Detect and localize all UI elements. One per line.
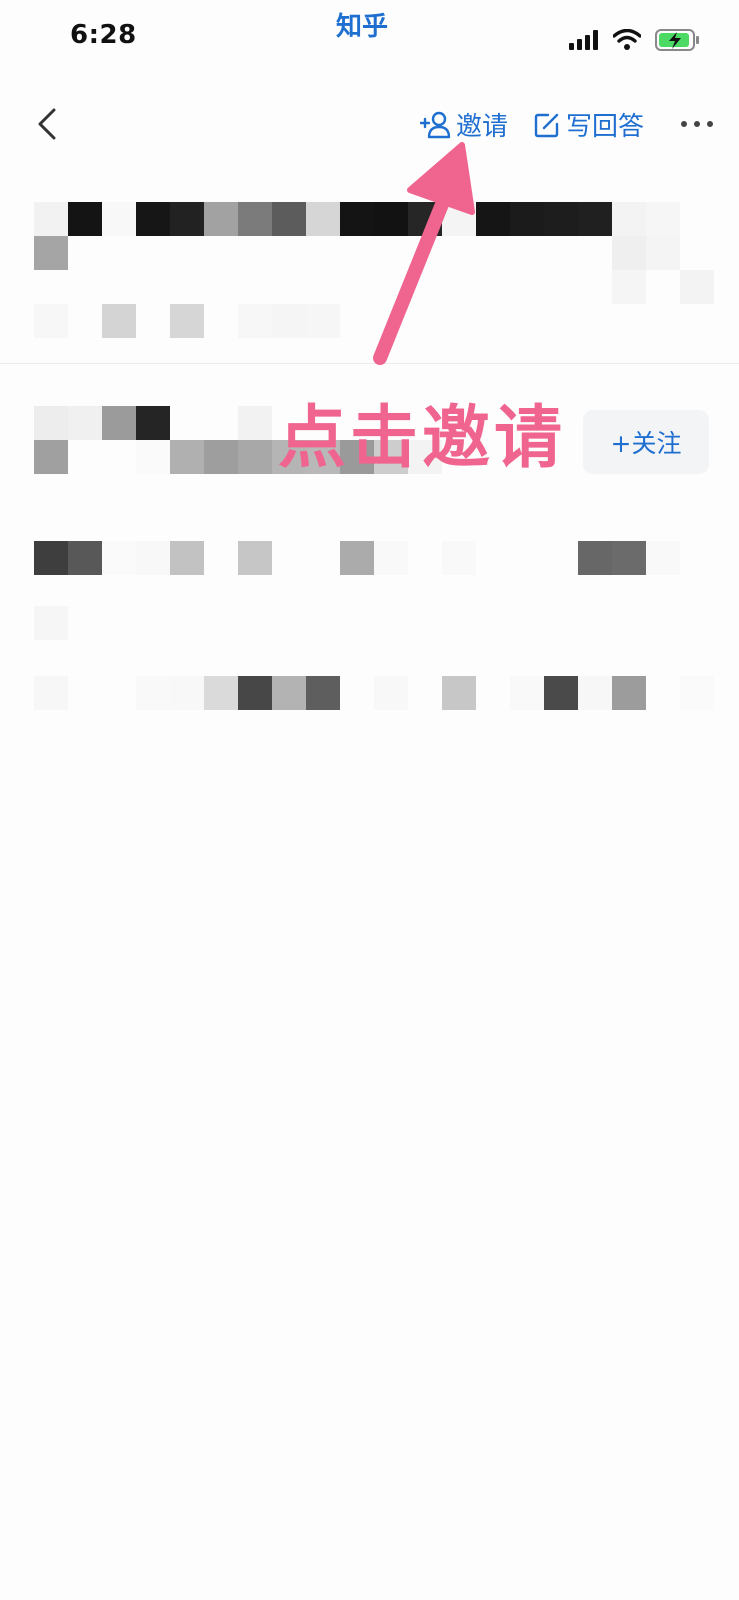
edit-icon [534,113,559,137]
chevron-left-icon[interactable] [28,104,68,144]
section-divider [0,363,739,364]
annotation-arrow-icon [373,142,475,365]
more-horizontal-icon[interactable] [680,110,714,138]
write-answer-label: 写回答 [566,112,645,142]
status-time: 6:28 [70,20,137,50]
app-name-label: 知乎 [336,12,389,42]
signal-icon [569,30,598,50]
write-answer-button[interactable]: 写回答 [534,106,644,143]
status-icons [569,28,701,52]
invite-label: 邀请 [456,112,509,142]
add-person-icon [420,111,451,138]
annotation-label: 点击邀请 [278,399,567,478]
wifi-icon [613,29,641,50]
pixelated-content [34,202,714,710]
follow-button[interactable]: +关注 [583,410,709,474]
battery-charging-icon [655,29,699,51]
invite-button[interactable]: 邀请 [420,106,508,143]
